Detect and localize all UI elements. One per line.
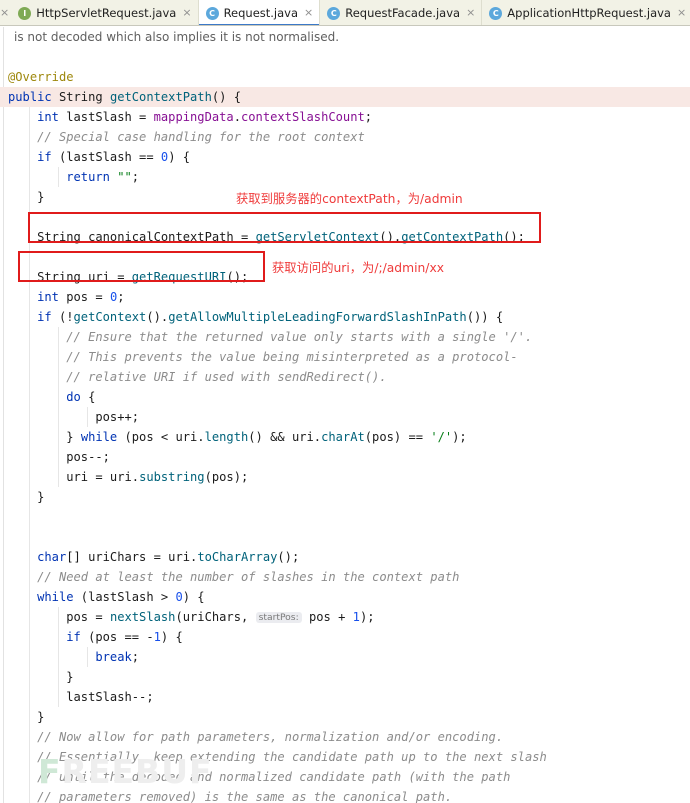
blank-line: [0, 507, 690, 527]
tab-label: RequestFacade.java: [345, 6, 461, 20]
code-line-next-slash: pos = nextSlash(uriChars, startPos: pos …: [0, 607, 690, 627]
tab-label: ApplicationHttpRequest.java: [507, 6, 671, 20]
blank-line: [0, 207, 690, 227]
code-line-uri-substring: uri = uri.substring(pos);: [0, 467, 690, 487]
code-editor[interactable]: is not decoded which also implies it is …: [0, 27, 690, 803]
interface-icon: I: [18, 6, 32, 20]
modifier-keyword: public: [8, 90, 52, 104]
tab-close-icon[interactable]: ×: [182, 0, 191, 25]
override-annotation: @Override: [8, 70, 74, 84]
code-line-close-while: }: [0, 707, 690, 727]
code-line-if-pos-neg-one: if (pos == -1) {: [0, 627, 690, 647]
tab-close-icon[interactable]: ×: [304, 0, 313, 25]
signature-parens: () {: [211, 90, 241, 104]
tab-close-icon[interactable]: ×: [677, 0, 686, 25]
code-line-urichars: char[] uriChars = uri.toCharArray();: [0, 547, 690, 567]
code-line-lastslash-decrement: lastSlash--;: [0, 687, 690, 707]
annotation-note-context-path: 获取到服务器的contextPath，为/admin: [236, 192, 463, 206]
code-line-pos-increment: pos++;: [0, 407, 690, 427]
code-line-comment-root-context: // Special case handling for the root co…: [0, 127, 690, 147]
code-line-close-if-slash: }: [0, 487, 690, 507]
code-line-do: do {: [0, 387, 690, 407]
code-line-if-allow-multiple-slash: if (!getContext().getAllowMultipleLeadin…: [0, 307, 690, 327]
tab-request-facade[interactable]: C RequestFacade.java ×: [320, 0, 483, 25]
annotation-note-uri: 获取访问的uri，为/;/admin/xx: [272, 261, 445, 275]
code-line-if-lastslash-zero: if (lastSlash == 0) {: [0, 147, 690, 167]
code-line-comment-prevents: // This prevents the value being misinte…: [0, 347, 690, 367]
code-line-comment-now-allow: // Now allow for path parameters, normal…: [0, 727, 690, 747]
tab-close-icon-overflow[interactable]: ×: [0, 0, 9, 25]
code-line-pos-decrement: pos--;: [0, 447, 690, 467]
tab-label: HttpServletRequest.java: [36, 6, 177, 20]
annotation-override-line: @Override: [0, 67, 690, 87]
code-line-comment-parameters-removed: // parameters removed) is the same as th…: [0, 787, 690, 803]
return-type: String: [58, 90, 103, 104]
code-line-comment-until-decoded: // until the decoded and normalized cand…: [0, 767, 690, 787]
class-icon: C: [489, 6, 503, 20]
code-line-while-condition: } while (pos < uri.length() && uri.charA…: [0, 427, 690, 447]
editor-tab-bar[interactable]: × I HttpServletRequest.java × C Request.…: [0, 0, 690, 26]
code-line-canonical-context-path: String canonicalContextPath = getServlet…: [0, 227, 690, 247]
tab-http-servlet-request[interactable]: I HttpServletRequest.java ×: [11, 0, 199, 25]
code-line-comment-relative-uri: // relative URI if used with sendRedirec…: [0, 367, 690, 387]
tab-request[interactable]: C Request.java ×: [198, 0, 321, 25]
code-line-comment-essentially: // Essentially, keep extending the candi…: [0, 747, 690, 767]
class-icon: C: [327, 6, 341, 20]
code-line-close-if-pos: }: [0, 667, 690, 687]
blank-line: [0, 527, 690, 547]
tab-application-http-request[interactable]: C ApplicationHttpRequest.java ×: [482, 0, 690, 25]
code-line-break: break;: [0, 647, 690, 667]
tab-label: Request.java: [223, 6, 299, 20]
code-line-return-empty: return "";: [0, 167, 690, 187]
javadoc-tail-line: is not decoded which also implies it is …: [14, 30, 340, 44]
code-line-int-pos: int pos = 0;: [0, 287, 690, 307]
class-icon: C: [205, 6, 219, 20]
code-line-while-lastslash: while (lastSlash > 0) {: [0, 587, 690, 607]
tab-close-icon[interactable]: ×: [466, 0, 475, 25]
code-line-comment-need-slashes: // Need at least the number of slashes i…: [0, 567, 690, 587]
code-line-comment-ensure: // Ensure that the returned value only s…: [0, 327, 690, 347]
method-name: getContextPath: [109, 90, 212, 104]
method-signature-line: public String getContextPath() {: [0, 87, 690, 107]
parameter-hint-badge: startPos:: [255, 612, 302, 623]
code-line-int-lastslash: int lastSlash = mappingData.contextSlash…: [0, 107, 690, 127]
